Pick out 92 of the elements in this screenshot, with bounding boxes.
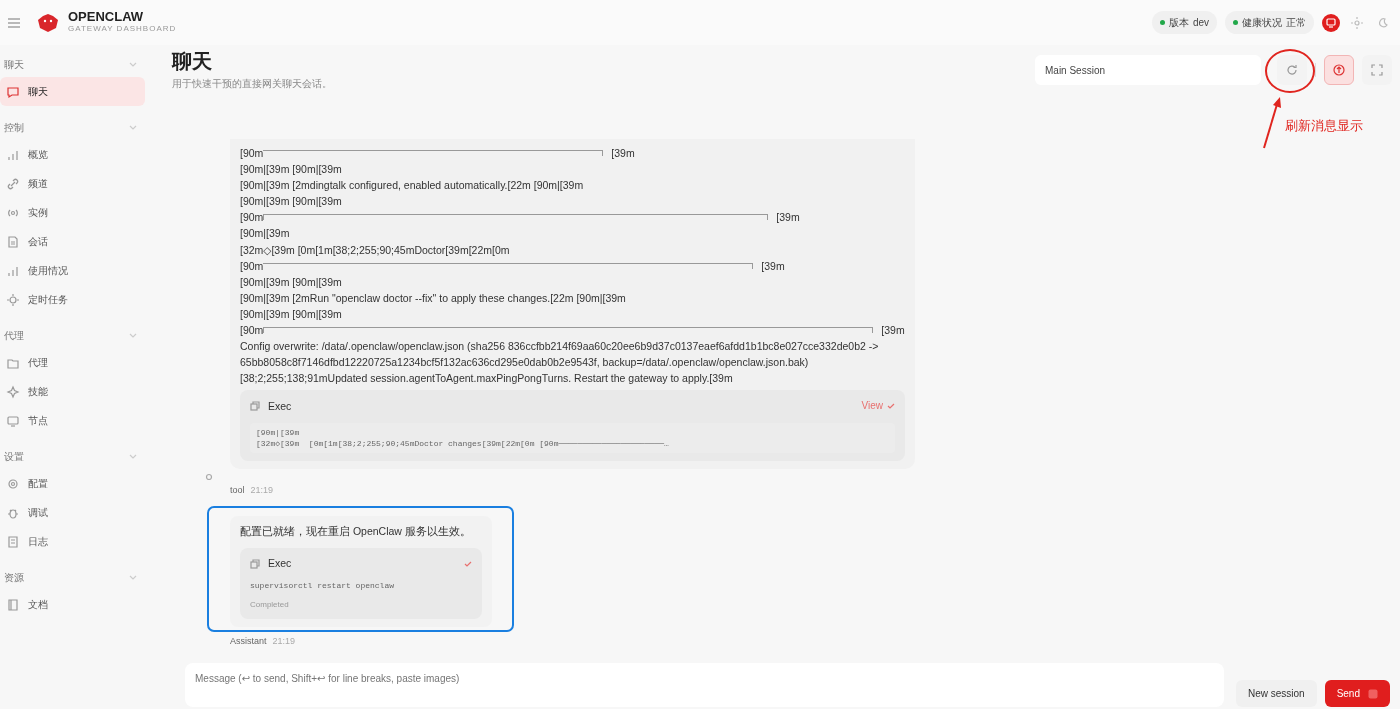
status-label: 健康状况 (1242, 16, 1282, 30)
exec-title: Exec (268, 399, 292, 415)
scroll-up-button[interactable] (1324, 55, 1354, 85)
log-line: [90m (240, 146, 264, 161)
brand-name: OPENCLAW (68, 10, 145, 23)
sparkle-icon (6, 384, 20, 399)
status-dot (1159, 20, 1165, 25)
code-line: [32m◇[39m [0m[1m[38;2;255;90;45mDoctor changes[39m[22m[0m [90m──────────────────────… (256, 437, 670, 449)
log-line: [90m|[39m [90m|[39m (240, 162, 343, 178)
chevron-down-icon (129, 332, 137, 339)
logo-icon (36, 11, 60, 34)
sidebar-item[interactable]: 调试 (0, 498, 145, 527)
moon-icon (1376, 15, 1390, 30)
log-line: [39m (776, 210, 800, 226)
copy-icon (250, 401, 260, 412)
book-icon (6, 597, 20, 612)
sidebar-item[interactable]: 定时任务 (0, 285, 145, 314)
document-icon (6, 534, 20, 549)
sidebar-item[interactable]: 聊天 (0, 77, 145, 106)
sidebar-section-title: 控制 (4, 120, 24, 135)
brand-subtitle: GATEWAY DASHBOARD (68, 23, 177, 35)
session-field[interactable]: Main Session (1035, 55, 1261, 85)
log-line: [90m|[39m [90m|[39m (240, 306, 343, 322)
log-line: [39m (611, 146, 635, 161)
sidebar-item[interactable]: 文档 (0, 590, 145, 619)
status-label: 版本 (1168, 16, 1189, 30)
new-session-button[interactable]: New session (1235, 680, 1317, 707)
send-button[interactable]: Send (1324, 680, 1390, 707)
log-line: [90m|[39m [90m|[39m (240, 274, 343, 290)
message-time: 21:19 (250, 483, 274, 497)
message-sender: tool (230, 483, 245, 497)
check-icon (887, 402, 895, 411)
sidebar-section-title: 代理 (4, 328, 24, 343)
log-line: [90m|[39m [2mdingtalk configured, enabled automatically.[22m [90m|[39m (240, 178, 585, 194)
sun-icon (1350, 15, 1364, 30)
exec-title: Exec (268, 555, 292, 571)
log-line: Config overwrite: /data/.openclaw/openclaw.json (sha256 836ccfbb214f69aa60c20ee6b9d37c0137eaef6afdd1b1bc8e027cce332de0b2 -> 65bb8058c8f7146dfbd12220725a1234bcf5f132ac636cd295e0dab0b2e9543f, backup=/data/.openclaw/openclaw.json.bak) (240, 339, 880, 371)
callout-text: 刷新消息显示 (1285, 117, 1363, 135)
status-value: dev (1192, 16, 1209, 30)
log-line: [38;2;255;138;91mUpdated session.agentToAgent.maxPingPongTurns. Restart the gateway to apply.[39m (240, 371, 734, 387)
code-line: [90m|[39m (256, 426, 301, 438)
log-line: [39m (881, 323, 905, 339)
message-input[interactable]: Message (↩ to send, Shift+↩ for line breaks, paste images) (185, 663, 1224, 707)
refresh-button[interactable] (1277, 55, 1307, 85)
document-icon (6, 234, 20, 249)
copy-icon (250, 558, 260, 569)
log-line: [90m (240, 323, 264, 339)
sidebar-item[interactable]: 概览 (0, 140, 145, 169)
log-line: [90m|[39m (240, 226, 291, 242)
code-line: supervisorctl restart openclaw (250, 579, 396, 591)
menu-icon (8, 18, 20, 29)
status-value: 正常 (1286, 16, 1306, 30)
refresh-icon (1286, 64, 1298, 76)
exec-status: Completed (250, 598, 290, 611)
sidebar-section-title: 聊天 (4, 57, 24, 72)
sidebar-item[interactable]: 代理 (0, 348, 145, 377)
log-line: [90m (240, 258, 264, 274)
arrow (1260, 95, 1284, 150)
message-text: 配置已就绪，现在重启 OpenClaw 服务以生效。 (240, 524, 472, 539)
link-icon (6, 176, 20, 191)
sidebar-item[interactable]: 技能 (0, 377, 145, 406)
log-line: [90m|[39m [90m|[39m (240, 194, 343, 210)
page-subtitle: 用于快速干预的直接网关聊天会话。 (172, 77, 332, 91)
chevron-down-icon (129, 574, 137, 581)
chevron-down-icon (129, 61, 137, 68)
sidebar-item[interactable]: 会话 (0, 227, 145, 256)
focus-button[interactable] (1362, 55, 1392, 85)
sidebar-item[interactable]: 配置 (0, 469, 145, 498)
status-dot (1233, 20, 1238, 25)
arrow-circle-icon (1333, 64, 1345, 76)
chevron-down-icon (129, 453, 137, 460)
theme-toggle[interactable] (1322, 13, 1340, 32)
sidebar-item[interactable]: 日志 (0, 527, 145, 556)
sidebar-item[interactable]: 实例 (0, 198, 145, 227)
chat-bubble-icon (6, 84, 20, 99)
focus-icon (1371, 64, 1383, 76)
log-line: [90m|[39m [2mRun "openclaw doctor --fix" to apply these changes.[22m [90m|[39m (240, 290, 627, 306)
sidebar-item[interactable]: 频道 (0, 169, 145, 198)
log-line: [90m (240, 210, 264, 226)
sidebar-item[interactable]: 使用情况 (0, 256, 145, 285)
monitor-icon (1324, 15, 1338, 30)
page-title: 聊天 (172, 50, 213, 72)
log-line: [32m◇[39m [0m[1m[38;2;255;90;45mDoctor[39m[22m[0m (240, 242, 511, 258)
sidebar-item[interactable]: 节点 (0, 406, 145, 435)
chevron-down-icon (129, 124, 137, 131)
message-sender: Assistant (230, 634, 267, 648)
sidebar-section-title: 资源 (4, 570, 24, 585)
sidebar-section-title: 设置 (4, 449, 24, 464)
highlight-circle (1265, 49, 1315, 93)
message-time: 21:19 (272, 634, 296, 648)
log-line: [39m (761, 258, 785, 274)
monitor-icon (6, 413, 20, 428)
